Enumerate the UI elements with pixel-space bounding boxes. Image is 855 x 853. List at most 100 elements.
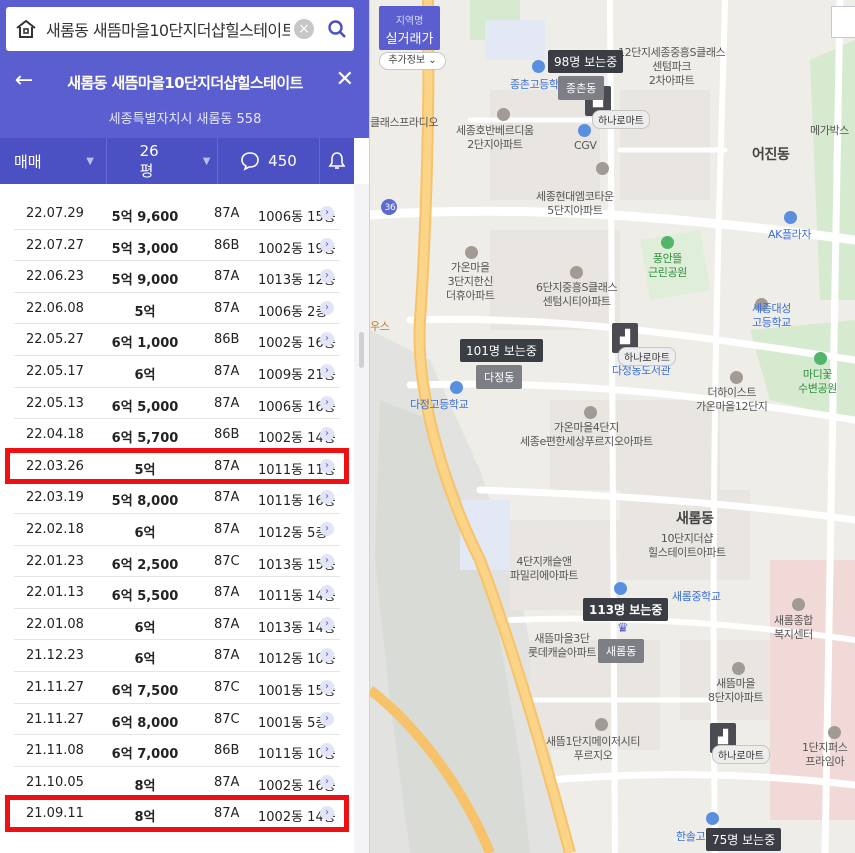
dong-marker-dajeong[interactable]: 다정동 bbox=[476, 365, 523, 389]
mart-label-2[interactable]: 하나로마트 bbox=[618, 347, 676, 366]
transaction-date: 22.01.13 bbox=[26, 585, 84, 601]
search-icon[interactable] bbox=[320, 7, 354, 51]
chevron-right-icon[interactable]: › bbox=[320, 774, 334, 789]
transaction-list: 22.07.29 5억 9,600 87A 1006동 15층 › 22.07.27 5억 … bbox=[0, 198, 354, 832]
transaction-price: 6억 bbox=[134, 620, 156, 636]
transaction-type: 86B bbox=[214, 237, 240, 253]
map-bell-icon[interactable] bbox=[831, 6, 855, 38]
alert-button[interactable] bbox=[320, 138, 354, 184]
transaction-row[interactable]: 22.05.27 6억 1,000 86B 1002동 16층 › bbox=[14, 324, 340, 356]
size-select[interactable]: 26평 ▼ bbox=[107, 138, 218, 184]
label-pungan-park: 풍안뜰 근린공원 bbox=[648, 252, 687, 279]
viewers-bubble-bottom[interactable]: 75명 보는중 bbox=[706, 828, 782, 851]
label-saetteum-3danji: 새뜸마을3단 롯데캐슬아파트 bbox=[528, 632, 597, 659]
label-saerom-middle: 새롬중학교 bbox=[672, 590, 721, 603]
region-price-toggle[interactable]: 지역명 실거래가 bbox=[379, 6, 440, 50]
scrollbar-thumb[interactable] bbox=[359, 332, 364, 368]
chevron-right-icon[interactable]: › bbox=[320, 363, 334, 378]
chevron-right-icon[interactable]: › bbox=[320, 237, 334, 252]
scrollbar[interactable] bbox=[354, 184, 369, 853]
transaction-row[interactable]: 22.05.13 6억 5,000 87A 1006동 16층 › bbox=[14, 388, 340, 420]
transaction-price: 8억 bbox=[134, 810, 156, 826]
transaction-date: 22.04.18 bbox=[26, 427, 84, 443]
transaction-row[interactable]: 22.01.08 6억 87A 1013동 14층 › bbox=[14, 609, 340, 641]
transaction-row[interactable]: 22.03.19 5억 8,000 87A 1011동 16층 › bbox=[14, 482, 340, 514]
school-icon bbox=[532, 60, 545, 73]
transaction-row[interactable]: 22.06.23 5억 9,000 87A 1013동 12층 › bbox=[14, 261, 340, 293]
transaction-row[interactable]: 21.11.27 6억 7,500 87C 1001동 15층 › bbox=[14, 672, 340, 704]
transaction-row[interactable]: 22.05.17 6억 87A 1009동 21층 › bbox=[14, 356, 340, 388]
transaction-row[interactable]: 21.11.27 6억 8,000 87C 1001동 5층 › bbox=[14, 704, 340, 736]
apartment-icon bbox=[570, 266, 583, 279]
transaction-floor: 1012동 5층 bbox=[258, 525, 328, 541]
chevron-right-icon[interactable]: › bbox=[320, 616, 334, 631]
transaction-row[interactable]: 21.11.08 6억 7,000 86B 1011동 10층 › bbox=[14, 735, 340, 767]
label-10danji-thesharp: 10단지더샵 힐스테이트아파트 bbox=[648, 532, 726, 559]
transaction-type: 87A bbox=[214, 363, 240, 379]
chevron-right-icon[interactable]: › bbox=[320, 395, 334, 410]
school-icon bbox=[450, 381, 463, 394]
chevron-right-icon[interactable]: › bbox=[320, 206, 334, 220]
apartment-icon bbox=[596, 162, 609, 175]
label-madi-park: 마디꽃 수변공원 bbox=[798, 368, 837, 395]
transaction-row[interactable]: 21.09.11 8억 87A 1002동 14층 › bbox=[5, 795, 349, 832]
comment-count: 450 bbox=[268, 152, 297, 170]
chevron-right-icon[interactable]: › bbox=[320, 679, 334, 694]
transaction-row[interactable]: 22.01.13 6억 5,500 87A 1011동 14층 › bbox=[14, 577, 340, 609]
transaction-date: 22.05.13 bbox=[26, 395, 84, 411]
transaction-price: 5억 8,000 bbox=[111, 494, 179, 510]
mart-label-3[interactable]: 하나로마트 bbox=[712, 745, 770, 764]
clear-icon[interactable]: × bbox=[294, 19, 314, 39]
comments-button[interactable]: 450 bbox=[218, 138, 320, 184]
viewers-bubble-saerom[interactable]: 113명 보는중 bbox=[583, 598, 669, 621]
label-jongchon-high: 종촌고등학 bbox=[510, 78, 559, 91]
dong-marker-saerom[interactable]: 새롬동 bbox=[598, 639, 645, 663]
label-gaon-4danji: 가온마을4단지 세종e편한세상푸르지오아파트 bbox=[520, 421, 653, 448]
transaction-row[interactable]: 21.12.23 6억 87A 1012동 10층 › bbox=[14, 640, 340, 672]
chevron-right-icon[interactable]: › bbox=[320, 743, 334, 758]
home-icon[interactable] bbox=[6, 7, 46, 51]
school-icon bbox=[706, 812, 719, 825]
transaction-row[interactable]: 22.04.18 6억 5,700 86B 1002동 14층 › bbox=[14, 419, 340, 451]
chevron-right-icon[interactable]: › bbox=[320, 553, 334, 568]
viewers-bubble-dajeong[interactable]: 101명 보는중 bbox=[460, 339, 543, 362]
chevron-right-icon[interactable]: › bbox=[320, 458, 334, 473]
transaction-row[interactable]: 22.01.23 6억 2,500 87C 1013동 15층 › bbox=[14, 546, 340, 578]
transaction-row[interactable]: 22.07.29 5억 9,600 87A 1006동 15층 › bbox=[14, 198, 340, 230]
transaction-date: 22.01.23 bbox=[26, 553, 84, 569]
mart-label-1[interactable]: 하나로마트 bbox=[592, 110, 650, 129]
transaction-date: 21.11.27 bbox=[26, 679, 84, 695]
transaction-price: 5억 3,000 bbox=[111, 241, 179, 257]
transaction-price: 6억 5,500 bbox=[111, 589, 179, 605]
transaction-price: 5억 9,600 bbox=[111, 210, 179, 225]
chevron-right-icon[interactable]: › bbox=[320, 711, 334, 726]
transaction-row[interactable]: 22.02.18 6억 87A 1012동 5층 › bbox=[14, 514, 340, 546]
dong-marker-jongchon[interactable]: 종촌동 bbox=[558, 76, 605, 100]
search-box[interactable]: 새롬동 새뜸마을10단지더샵힐스테이트 × bbox=[6, 7, 354, 51]
map-view[interactable]: 지역명 실거래가 추가정보 ⌄ 36 12단지세종중흥S클래스 센텀파크 2차아파트… bbox=[370, 0, 855, 853]
label-eojin-dong: 어진동 bbox=[752, 147, 790, 163]
close-icon[interactable]: ✕ bbox=[336, 67, 354, 92]
transaction-date: 22.07.29 bbox=[26, 206, 84, 221]
chevron-right-icon[interactable]: › bbox=[320, 521, 334, 536]
transaction-row[interactable]: 22.07.27 5억 3,000 86B 1002동 19층 › bbox=[14, 230, 340, 262]
transaction-row[interactable]: 22.03.26 5억 87A 1011동 11층 › bbox=[5, 447, 349, 484]
transaction-date: 21.11.27 bbox=[26, 711, 84, 727]
transaction-date: 21.10.05 bbox=[26, 774, 84, 790]
transaction-row[interactable]: 21.10.05 8억 87A 1002동 16층 › bbox=[14, 767, 340, 799]
transaction-date: 21.12.23 bbox=[26, 648, 84, 664]
chevron-right-icon[interactable]: › bbox=[320, 300, 334, 315]
transaction-type: 87A bbox=[214, 585, 240, 601]
label-cgv: CGV bbox=[574, 139, 597, 152]
extra-info-button[interactable]: 추가정보 ⌄ bbox=[379, 52, 446, 70]
real-price-label: 실거래가 bbox=[385, 32, 434, 47]
back-arrow-icon[interactable]: ← bbox=[10, 68, 38, 93]
trade-type-select[interactable]: 매매 ▼ bbox=[0, 138, 107, 184]
transaction-date: 22.02.18 bbox=[26, 521, 84, 537]
transaction-type: 87C bbox=[214, 711, 240, 727]
search-input[interactable]: 새롬동 새뜸마을10단지더샵힐스테이트 bbox=[46, 17, 290, 41]
welfare-icon bbox=[792, 598, 805, 611]
label-saetteum-1danji: 새뜸1단지메이저시티 푸르지오 bbox=[546, 735, 641, 762]
transaction-row[interactable]: 22.06.08 5억 87A 1006동 2층 › bbox=[14, 293, 340, 325]
viewers-bubble-jongchon[interactable]: 98명 보는중 bbox=[548, 50, 624, 73]
